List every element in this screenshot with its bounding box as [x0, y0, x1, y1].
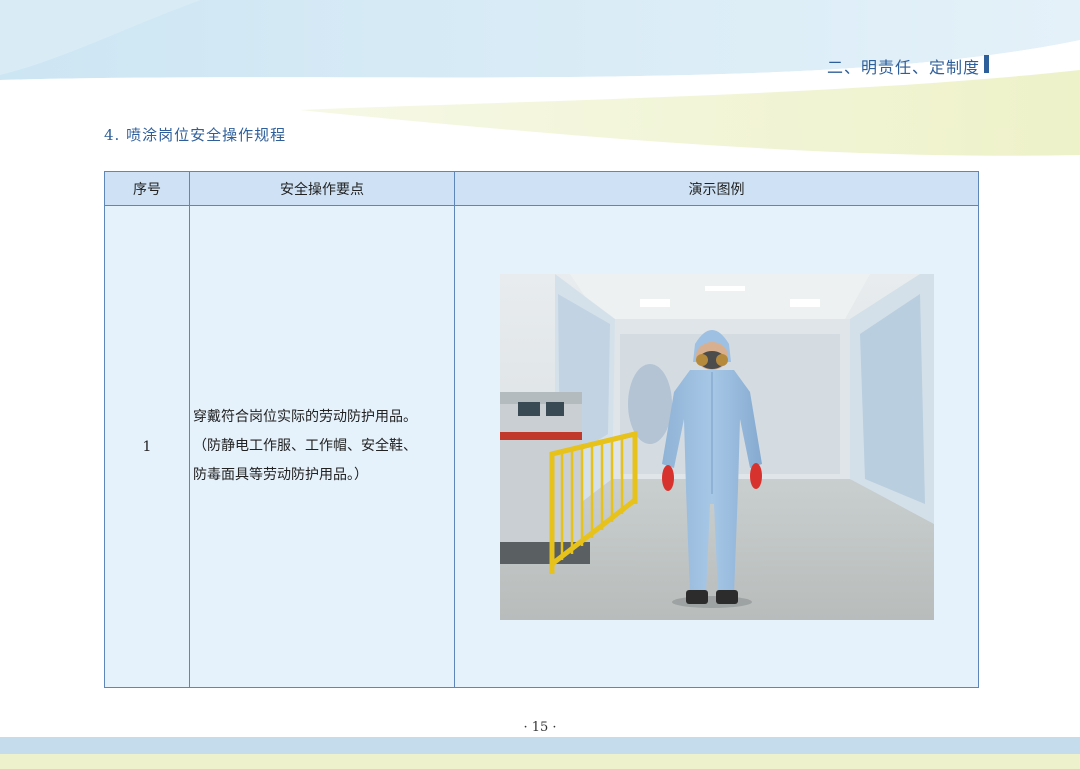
page-number: · 15 · [523, 720, 557, 735]
chapter-mark-icon [984, 55, 989, 73]
worker-protective-suit-photo [499, 273, 934, 620]
row-number: 1 [104, 205, 190, 688]
header-key-points: 安全操作要点 [189, 171, 455, 206]
safety-procedure-table: 序号 安全操作要点 演示图例 1 穿戴符合岗位实际的劳动防护用品。 （防静电工作… [104, 171, 979, 688]
key-point-text: 穿戴符合岗位实际的劳动防护用品。 （防静电工作服、工作帽、安全鞋、 防毒面具等劳… [191, 403, 453, 490]
section-title: 4. 喷涂岗位安全操作规程 [104, 126, 287, 144]
header-no: 序号 [104, 171, 190, 206]
table-row: 1 穿戴符合岗位实际的劳动防护用品。 （防静电工作服、工作帽、安全鞋、 防毒面具… [104, 205, 979, 688]
illustration-cell [454, 205, 979, 688]
footer-band-yellow [0, 754, 1080, 769]
key-point-cell: 穿戴符合岗位实际的劳动防护用品。 （防静电工作服、工作帽、安全鞋、 防毒面具等劳… [189, 205, 455, 688]
key-point-line: 防毒面具等劳动防护用品。） [193, 467, 368, 483]
chapter-title: 二、明责任、定制度 [826, 58, 980, 77]
header-illustration: 演示图例 [454, 171, 979, 206]
key-point-line: 穿戴符合岗位实际的劳动防护用品。 [193, 409, 417, 425]
table-header-row: 序号 安全操作要点 演示图例 [104, 171, 979, 206]
footer-band-blue [0, 737, 1080, 754]
key-point-line: （防静电工作服、工作帽、安全鞋、 [193, 438, 417, 454]
